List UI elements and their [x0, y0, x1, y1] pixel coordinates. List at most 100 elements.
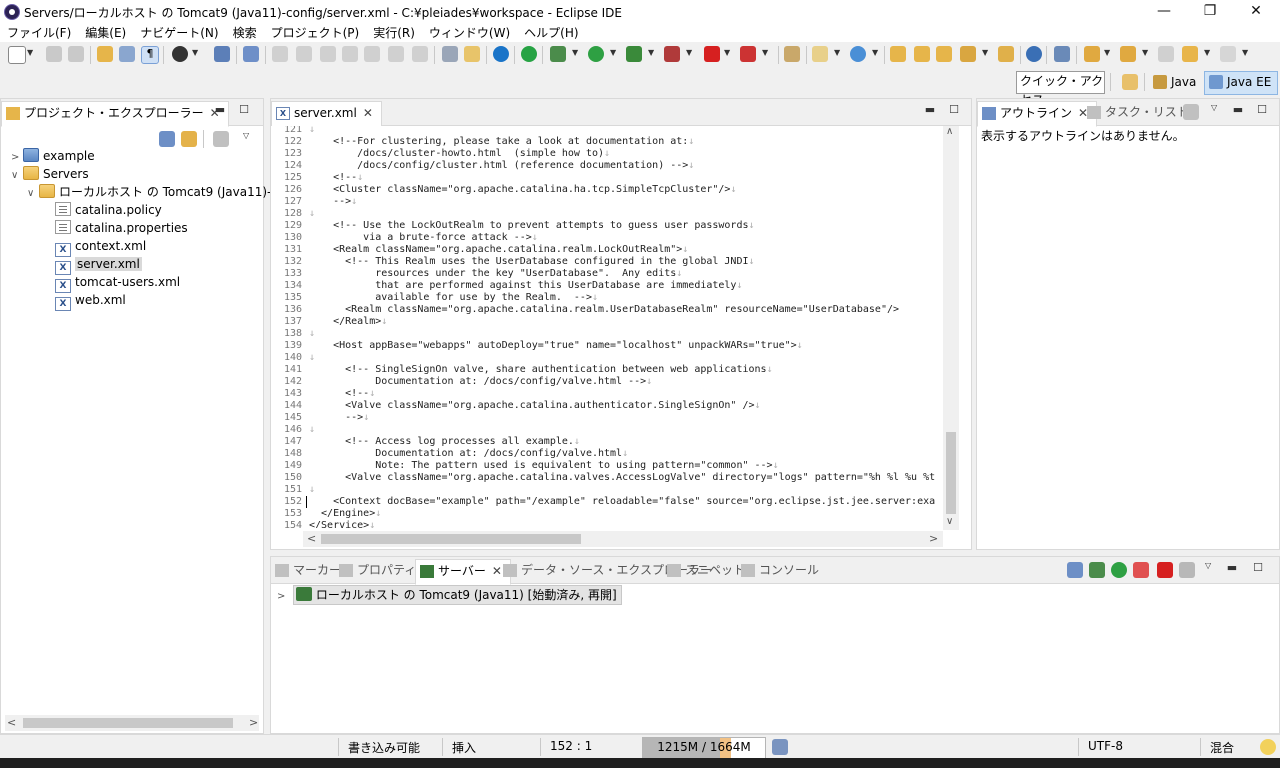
tree-item[interactable]: Xtomcat-users.xml: [43, 273, 180, 293]
stop-server-icon[interactable]: [1157, 562, 1173, 578]
task-icon[interactable]: [119, 46, 135, 62]
search-dropdown-icon[interactable]: ▼: [982, 48, 988, 57]
close-icon[interactable]: ✕: [363, 102, 373, 124]
minimize-view-icon[interactable]: ▬: [1225, 561, 1239, 575]
previous-annotation-dropdown-icon[interactable]: ▼: [1142, 48, 1148, 57]
search-icon[interactable]: [960, 46, 976, 62]
back-icon[interactable]: [1182, 46, 1198, 62]
new-class-icon[interactable]: [850, 46, 866, 62]
suspend-icon[interactable]: [296, 46, 312, 62]
run-server-icon[interactable]: [626, 46, 642, 62]
maximize-view-icon[interactable]: ☐: [237, 103, 251, 117]
stop-dropdown-icon[interactable]: ▼: [724, 48, 730, 57]
scroll-thumb[interactable]: [946, 432, 956, 514]
expand-icon[interactable]: ∨: [11, 167, 23, 185]
new-class-dropdown-icon[interactable]: ▼: [872, 48, 878, 57]
scroll-right-icon[interactable]: >: [249, 716, 258, 729]
perspective-java[interactable]: Java: [1148, 71, 1203, 95]
scroll-down-icon[interactable]: ∨: [946, 516, 953, 527]
terminate-icon[interactable]: [320, 46, 336, 62]
close-button[interactable]: ✕: [1233, 0, 1279, 24]
disconnect-icon[interactable]: [342, 46, 358, 62]
maximize-view-icon[interactable]: ☐: [1255, 103, 1269, 117]
server-tree-item[interactable]: > ローカルホスト の Tomcat9 (Java11) [始動済み, 再開]: [277, 585, 622, 605]
menu-edit[interactable]: 編集(E): [78, 24, 133, 42]
collapse-all-icon[interactable]: [159, 131, 175, 147]
tree-item[interactable]: > example: [11, 147, 95, 165]
focus-icon[interactable]: [1183, 104, 1199, 120]
start-server-icon[interactable]: [1111, 562, 1127, 578]
menu-search[interactable]: 検索: [226, 24, 264, 42]
menu-run[interactable]: 実行(R): [366, 24, 422, 42]
vertical-scrollbar[interactable]: ∧ ∨: [943, 126, 959, 530]
new-package-icon[interactable]: [812, 46, 828, 62]
forward-icon[interactable]: [1220, 46, 1236, 62]
scroll-left-icon[interactable]: <: [307, 532, 316, 545]
profile-server-icon[interactable]: [1133, 562, 1149, 578]
tree-item[interactable]: ∨ ローカルホスト の Tomcat9 (Java11)-confi: [27, 183, 300, 201]
status-insert-mode[interactable]: 挿入: [452, 739, 476, 756]
back-dropdown-icon[interactable]: ▼: [1204, 48, 1210, 57]
filter-icon[interactable]: [213, 131, 229, 147]
tree-item[interactable]: Xcontext.xml: [43, 237, 146, 257]
quick-access-input[interactable]: クイック・アクセス: [1016, 71, 1105, 107]
debug-server-icon[interactable]: [1089, 562, 1105, 578]
collapse-all-icon[interactable]: [1067, 562, 1083, 578]
tab-outline[interactable]: アウトライン ✕: [977, 101, 1098, 127]
menu-navigate[interactable]: ナビゲート(N): [133, 24, 225, 42]
horizontal-scrollbar[interactable]: < >: [5, 715, 259, 731]
account-icon[interactable]: [172, 46, 188, 62]
scroll-thumb[interactable]: [23, 718, 233, 728]
step-into-icon[interactable]: [364, 46, 380, 62]
maximize-view-icon[interactable]: ☐: [947, 103, 961, 117]
new-package-dropdown-icon[interactable]: ▼: [834, 48, 840, 57]
save-all-icon[interactable]: [68, 46, 84, 62]
console-icon[interactable]: [214, 46, 230, 62]
code-editor[interactable]: 121 ↓ 122 <!--For clustering, please take …: [271, 126, 943, 528]
tree-item[interactable]: catalina.properties: [43, 219, 188, 237]
coverage-icon[interactable]: [664, 46, 680, 62]
step-over-icon[interactable]: [388, 46, 404, 62]
external-tools-icon[interactable]: [740, 46, 756, 62]
horizontal-scrollbar[interactable]: < >: [303, 531, 943, 547]
run-server-dropdown-icon[interactable]: ▼: [648, 48, 654, 57]
use-step-filters-icon[interactable]: [464, 46, 480, 62]
start-server-icon[interactable]: [521, 46, 537, 62]
open-type-icon[interactable]: [97, 46, 113, 62]
toggle-mark-icon[interactable]: [1054, 46, 1070, 62]
tree-item[interactable]: Xserver.xml: [43, 255, 142, 275]
new-dropdown-icon[interactable]: ▼: [27, 48, 33, 57]
garbage-collect-icon[interactable]: [772, 739, 788, 755]
link-with-editor-icon[interactable]: [181, 131, 197, 147]
open-type-hierarchy-icon[interactable]: [890, 46, 906, 62]
open-task-icon[interactable]: [998, 46, 1014, 62]
publish-icon[interactable]: [1179, 562, 1195, 578]
forward-dropdown-icon[interactable]: ▼: [1242, 48, 1248, 57]
minimize-view-icon[interactable]: ▬: [1231, 103, 1245, 117]
debug-icon[interactable]: [550, 46, 566, 62]
minimize-view-icon[interactable]: ▬: [213, 103, 227, 117]
servers-icon[interactable]: [493, 46, 509, 62]
save-icon[interactable]: [46, 46, 62, 62]
tree-item[interactable]: ∨ Servers: [11, 165, 89, 183]
minimize-button[interactable]: —: [1141, 0, 1187, 24]
tab-project-explorer[interactable]: プロジェクト・エクスプローラー ✕: [1, 101, 229, 127]
run-icon[interactable]: [588, 46, 604, 62]
scroll-up-icon[interactable]: ∧: [946, 126, 953, 137]
tree-item[interactable]: Xweb.xml: [43, 291, 126, 311]
pin-icon[interactable]: [243, 46, 259, 62]
expand-icon[interactable]: ∨: [27, 185, 39, 203]
tree-item[interactable]: catalina.policy: [43, 201, 162, 219]
previous-annotation-icon[interactable]: [1120, 46, 1136, 62]
menu-help[interactable]: ヘルプ(H): [517, 24, 585, 42]
new-server-icon[interactable]: [784, 46, 800, 62]
next-annotation-icon[interactable]: [1084, 46, 1100, 62]
tip-icon[interactable]: [1260, 739, 1276, 755]
minimize-view-icon[interactable]: ▬: [923, 103, 937, 117]
view-menu-icon[interactable]: ▽: [1211, 103, 1217, 112]
tab-server-xml[interactable]: X server.xml ✕: [271, 101, 382, 127]
resume-icon[interactable]: [272, 46, 288, 62]
browser-icon[interactable]: [1026, 46, 1042, 62]
last-edit-icon[interactable]: [1158, 46, 1174, 62]
view-menu-icon[interactable]: ▽: [1205, 561, 1211, 570]
